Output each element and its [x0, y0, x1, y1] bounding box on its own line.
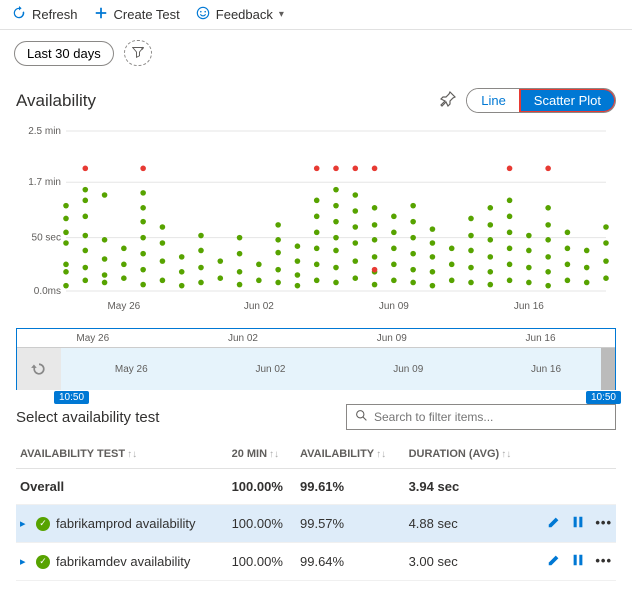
table-row[interactable]: Overall100.00%99.61%3.94 sec — [16, 469, 616, 505]
create-test-label: Create Test — [114, 7, 180, 22]
table-row[interactable]: ▸ ✓ fabrikamdev availability 100.00%99.64%3… — [16, 543, 616, 581]
search-input[interactable] — [374, 410, 607, 424]
col-test[interactable]: Availability Test↑↓ — [16, 440, 228, 469]
check-icon: ✓ — [36, 517, 50, 531]
svg-text:0.0ms: 0.0ms — [34, 286, 61, 297]
filter-icon: + — [132, 46, 144, 61]
svg-text:50 sec: 50 sec — [32, 233, 61, 244]
section-header: Availability Line Scatter Plot — [0, 76, 632, 121]
range-handle-right[interactable] — [601, 348, 615, 390]
time-end-badge: 10:50 — [586, 391, 621, 404]
more-icon[interactable]: ••• — [595, 515, 612, 532]
more-icon[interactable]: ••• — [595, 553, 612, 570]
chart-type-toggle: Line Scatter Plot — [466, 88, 616, 113]
add-filter-button[interactable]: + — [124, 40, 152, 66]
history-button[interactable] — [17, 348, 61, 390]
time-start-badge: 10:50 — [54, 391, 89, 404]
col-duration[interactable]: Duration (Avg)↑↓ — [405, 440, 533, 469]
svg-text:+: + — [141, 46, 144, 52]
search-box[interactable] — [346, 404, 616, 430]
tests-table: Availability Test↑↓ 20 Min↑↓ Availabilit… — [16, 440, 616, 581]
cell-duration: 3.00 sec — [405, 543, 533, 581]
cell-window: 100.00% — [228, 505, 296, 543]
cell-availability: 99.57% — [296, 505, 405, 543]
timeline-ticks-top: May 26Jun 02Jun 09Jun 16 — [17, 329, 615, 348]
feedback-button[interactable]: Feedback ▾ — [196, 6, 284, 23]
header-controls: Line Scatter Plot — [440, 88, 616, 113]
refresh-icon — [12, 6, 26, 23]
scatter-chart[interactable]: 0.0ms 50 sec 1.7 min 2.5 min May 26 Jun 02 Ju… — [16, 121, 616, 321]
create-test-button[interactable]: Create Test — [94, 6, 180, 23]
toolbar: Refresh Create Test Feedback ▾ — [0, 0, 632, 30]
cell-duration: 3.94 sec — [405, 469, 533, 505]
edit-icon[interactable] — [547, 553, 561, 570]
refresh-button[interactable]: Refresh — [12, 6, 78, 23]
svg-text:Jun 02: Jun 02 — [244, 301, 274, 312]
chevron-right-icon[interactable]: ▸ — [20, 517, 30, 530]
chevron-down-icon: ▾ — [279, 9, 284, 20]
plus-icon — [94, 6, 108, 23]
refresh-label: Refresh — [32, 7, 78, 22]
svg-text:May 26: May 26 — [107, 301, 140, 312]
col-availability[interactable]: Availability↑↓ — [296, 440, 405, 469]
test-name: fabrikamdev availability — [56, 554, 190, 569]
cell-availability: 99.64% — [296, 543, 405, 581]
filter-row: Last 30 days + — [0, 30, 632, 76]
svg-text:Jun 09: Jun 09 — [379, 301, 409, 312]
pin-icon[interactable] — [440, 91, 456, 110]
cell-duration: 4.88 sec — [405, 505, 533, 543]
edit-icon[interactable] — [547, 515, 561, 532]
line-toggle[interactable]: Line — [467, 89, 520, 112]
scatter-toggle[interactable]: Scatter Plot — [520, 89, 615, 112]
pause-icon[interactable] — [571, 553, 585, 570]
test-section: Select availability test Availability Te… — [0, 390, 632, 581]
col-window[interactable]: 20 Min↑↓ — [228, 440, 296, 469]
table-row[interactable]: ▸ ✓ fabrikamprod availability 100.00%99.57%… — [16, 505, 616, 543]
pause-icon[interactable] — [571, 515, 585, 532]
cell-window: 100.00% — [228, 469, 296, 505]
svg-text:1.7 min: 1.7 min — [28, 177, 61, 188]
svg-text:Jun 16: Jun 16 — [514, 301, 544, 312]
smile-icon — [196, 6, 210, 23]
test-section-title: Select availability test — [16, 409, 159, 426]
page-title: Availability — [16, 91, 96, 111]
range-strip[interactable]: May 26Jun 02Jun 09Jun 16 — [61, 348, 615, 390]
cell-availability: 99.61% — [296, 469, 405, 505]
test-name: fabrikamprod availability — [56, 516, 195, 531]
chevron-right-icon[interactable]: ▸ — [20, 555, 30, 568]
time-range-pill[interactable]: Last 30 days — [14, 41, 114, 66]
svg-text:2.5 min: 2.5 min — [28, 126, 61, 137]
feedback-label: Feedback — [216, 7, 273, 22]
check-icon: ✓ — [36, 555, 50, 569]
cell-window: 100.00% — [228, 543, 296, 581]
search-icon — [355, 409, 368, 425]
timeline: May 26Jun 02Jun 09Jun 16 May 26Jun 02Jun… — [16, 328, 616, 390]
chart-area: 0.0ms 50 sec 1.7 min 2.5 min May 26 Jun 02 Ju… — [0, 121, 632, 324]
